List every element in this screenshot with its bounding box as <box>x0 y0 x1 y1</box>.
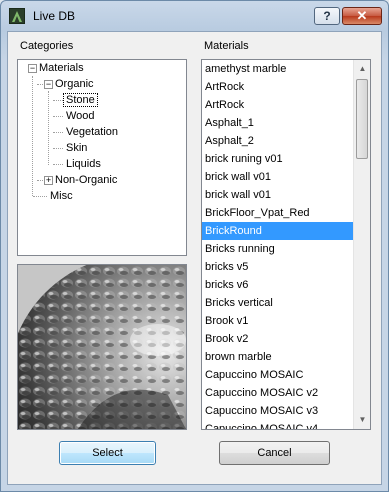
material-preview-image <box>17 264 187 430</box>
tree-node-skin[interactable]: Skin <box>66 141 87 156</box>
tree-node-misc[interactable]: Misc <box>50 189 73 204</box>
category-tree[interactable]: − Materials − Organic Stone Wood Vegetat… <box>17 59 187 256</box>
material-list-item[interactable]: Bricks vertical <box>202 294 354 312</box>
collapse-organic-toggle[interactable]: − <box>44 80 53 89</box>
materials-list[interactable]: amethyst marble ArtRock ArtRock Asphalt_1 As… <box>201 59 371 430</box>
material-list-item[interactable]: bricks v6 <box>202 276 354 294</box>
material-list-item[interactable]: Asphalt_1 <box>202 114 354 132</box>
material-list-item[interactable]: Capuccino MOSAIC v3 <box>202 402 354 420</box>
close-button[interactable]: ✕ <box>342 7 382 25</box>
tree-node-liquids[interactable]: Liquids <box>66 157 101 172</box>
tree-node-stone[interactable]: Stone <box>63 93 98 108</box>
material-list-item[interactable]: bricks v5 <box>202 258 354 276</box>
material-list-item[interactable]: Brook v1 <box>202 312 354 330</box>
collapse-materials-toggle[interactable]: − <box>28 64 37 73</box>
tree-node-organic[interactable]: Organic <box>55 77 94 92</box>
app-logo-icon <box>9 8 25 24</box>
materials-scrollbar[interactable]: ▲ ▼ <box>353 60 370 429</box>
scroll-down-icon[interactable]: ▼ <box>355 412 370 428</box>
material-list-item[interactable]: Asphalt_2 <box>202 132 354 150</box>
material-list-item[interactable]: amethyst marble <box>202 60 354 78</box>
material-list-item[interactable]: BrickRound <box>202 222 354 240</box>
material-list-item[interactable]: ArtRock <box>202 96 354 114</box>
window-title: Live DB <box>33 9 76 23</box>
tree-node-non-organic[interactable]: Non-Organic <box>55 173 117 188</box>
select-button[interactable]: Select <box>59 441 156 465</box>
scrollbar-thumb[interactable] <box>356 79 368 159</box>
scroll-up-icon[interactable]: ▲ <box>355 61 370 77</box>
cancel-button[interactable]: Cancel <box>219 441 330 465</box>
material-list-item[interactable]: Capuccino MOSAIC <box>202 366 354 384</box>
material-list-item[interactable]: brick runing v01 <box>202 150 354 168</box>
material-list-item[interactable]: Brook v2 <box>202 330 354 348</box>
help-button[interactable]: ? <box>314 7 340 25</box>
material-list-item[interactable]: brick wall v01 <box>202 168 354 186</box>
materials-label: Materials <box>204 40 249 52</box>
tree-node-materials[interactable]: Materials <box>39 61 84 76</box>
materials-list-items: amethyst marble ArtRock ArtRock Asphalt_1 As… <box>202 60 354 429</box>
material-list-item[interactable]: Capuccino MOSAIC v2 <box>202 384 354 402</box>
material-list-item[interactable]: ArtRock <box>202 78 354 96</box>
categories-label: Categories <box>20 40 74 52</box>
tree-node-wood[interactable]: Wood <box>66 109 95 124</box>
live-db-window: Live DB ? ✕ Categories Materials − Mater… <box>0 0 389 492</box>
material-list-item[interactable]: Capuccino MOSAIC v4 <box>202 420 354 429</box>
dialog-body: Categories Materials − Materials − Organ… <box>7 31 382 485</box>
material-list-item[interactable]: BrickFloor_Vpat_Red <box>202 204 354 222</box>
material-list-item[interactable]: brown marble <box>202 348 354 366</box>
material-list-item[interactable]: brick wall v01 <box>202 186 354 204</box>
material-list-item[interactable]: Bricks running <box>202 240 354 258</box>
tree-node-stone-label: Stone <box>63 93 98 107</box>
expand-non-organic-toggle[interactable]: + <box>44 176 53 185</box>
tree-node-vegetation[interactable]: Vegetation <box>66 125 118 140</box>
title-bar[interactable]: Live DB ? ✕ <box>1 1 388 31</box>
